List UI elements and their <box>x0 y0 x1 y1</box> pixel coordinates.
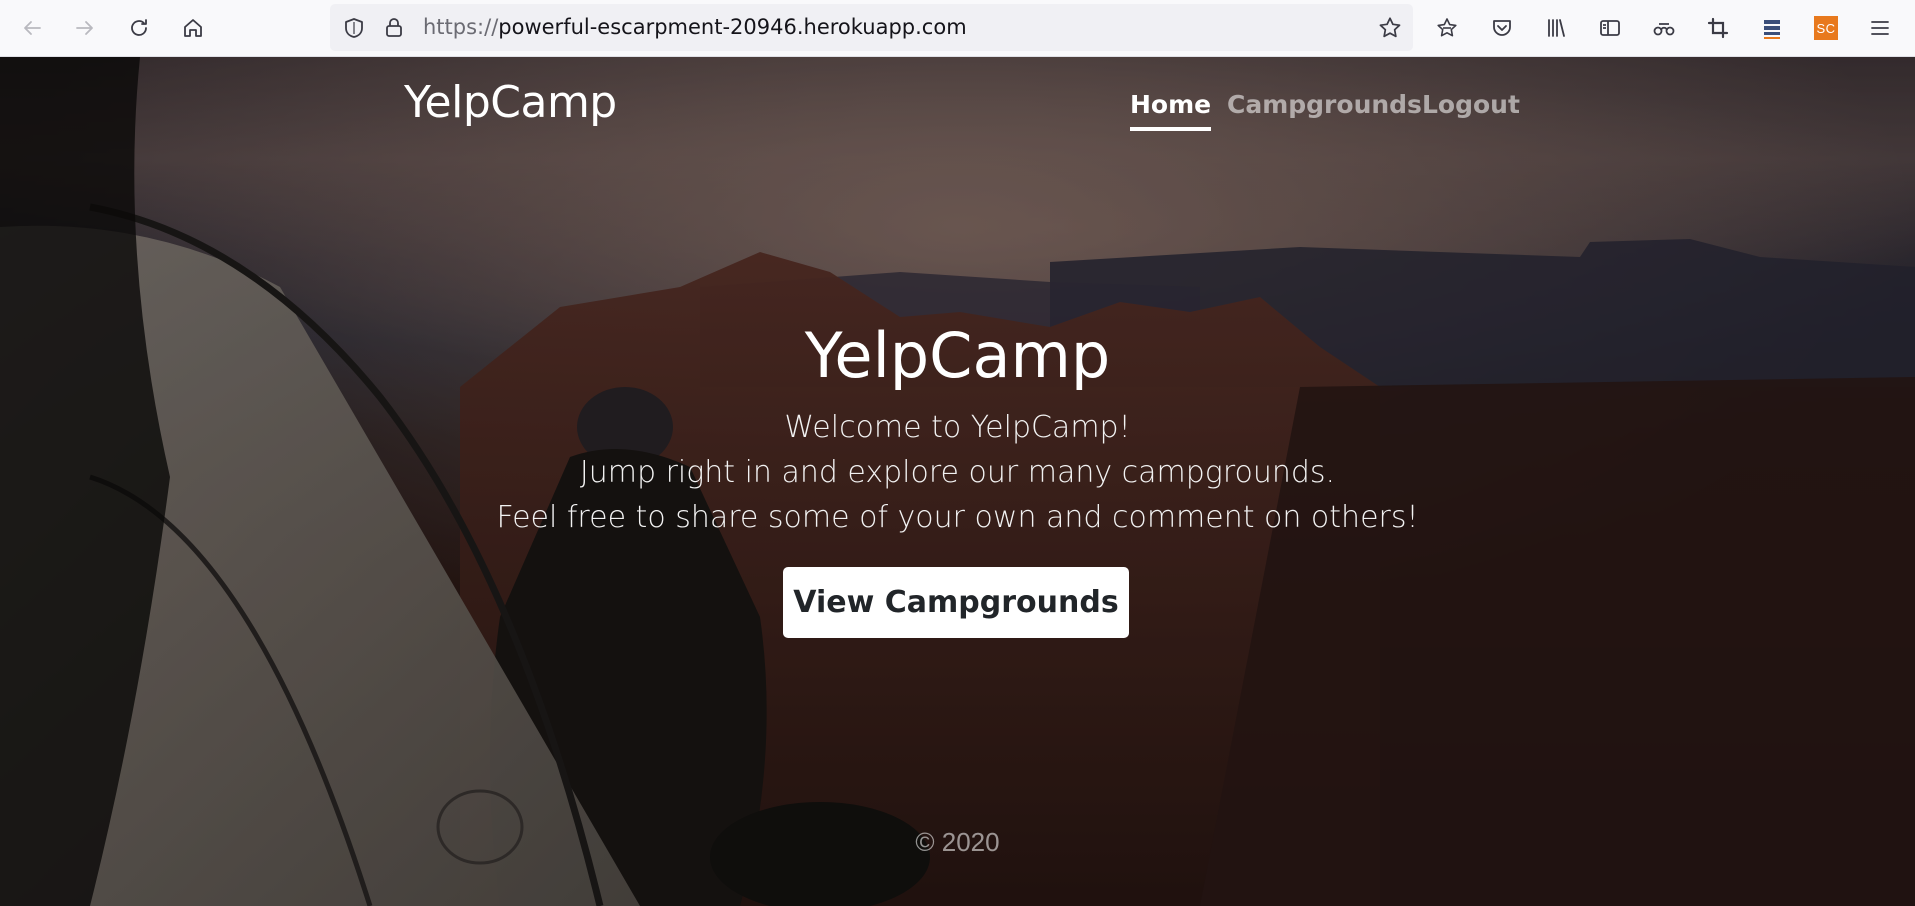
hero-explore-text: Jump right in and explore our many campg… <box>579 455 1336 490</box>
reading-list-button[interactable] <box>1428 9 1466 47</box>
hero-title: YelpCamp <box>804 319 1111 392</box>
url-host: powerful-escarpment-20946.herokuapp.com <box>498 15 967 39</box>
nav-home-link[interactable]: Home <box>1130 85 1212 131</box>
extension-icon <box>1653 23 1675 36</box>
browser-toolbar: https://powerful-escarpment-20946.heroku… <box>0 0 1915 57</box>
sidebar-button[interactable] <box>1591 9 1629 47</box>
home-button[interactable] <box>174 9 212 47</box>
extension-button[interactable] <box>1645 9 1683 47</box>
sidebar-icon <box>1600 20 1620 36</box>
sc-badge: SC <box>1814 16 1838 40</box>
url-text[interactable]: https://powerful-escarpment-20946.heroku… <box>423 4 967 51</box>
reload-button[interactable] <box>120 9 158 47</box>
hero-welcome-text: Welcome to YelpCamp! <box>784 410 1131 445</box>
shield-icon[interactable] <box>342 16 366 40</box>
library-icon <box>1548 19 1565 37</box>
nav-logout-link[interactable]: Logout <box>1422 85 1520 125</box>
forward-icon <box>76 21 93 35</box>
reload-icon <box>131 19 147 36</box>
view-campgrounds-button[interactable]: View Campgrounds <box>783 567 1129 638</box>
nav-campgrounds-link[interactable]: Campgrounds <box>1227 85 1422 125</box>
landing-page: YelpCamp Home Campgrounds Logout YelpCam… <box>0 57 1915 906</box>
pocket-icon <box>1493 20 1511 36</box>
reading-list-icon <box>1437 18 1457 37</box>
stack-icon <box>1764 20 1780 39</box>
menu-button[interactable] <box>1861 9 1899 47</box>
url-bar[interactable]: https://powerful-escarpment-20946.heroku… <box>330 4 1413 51</box>
menu-icon <box>1871 21 1889 35</box>
back-icon <box>24 21 41 35</box>
library-button[interactable] <box>1537 9 1575 47</box>
hero-share-text: Feel free to share some of your own and … <box>496 500 1419 535</box>
lock-icon[interactable] <box>382 16 406 40</box>
url-scheme: https:// <box>423 15 499 39</box>
pocket-button[interactable] <box>1483 9 1521 47</box>
footer-copyright: © 2020 <box>915 827 1000 857</box>
home-icon <box>184 19 202 37</box>
crop-button[interactable] <box>1699 9 1737 47</box>
crop-icon <box>1707 17 1729 39</box>
forward-button[interactable] <box>66 9 104 47</box>
sc-extension-button[interactable]: SC <box>1807 9 1845 47</box>
navbar-brand[interactable]: YelpCamp <box>404 77 617 129</box>
bookmark-star-icon[interactable] <box>1377 15 1403 41</box>
back-button[interactable] <box>13 9 51 47</box>
stack-button[interactable] <box>1753 9 1791 47</box>
